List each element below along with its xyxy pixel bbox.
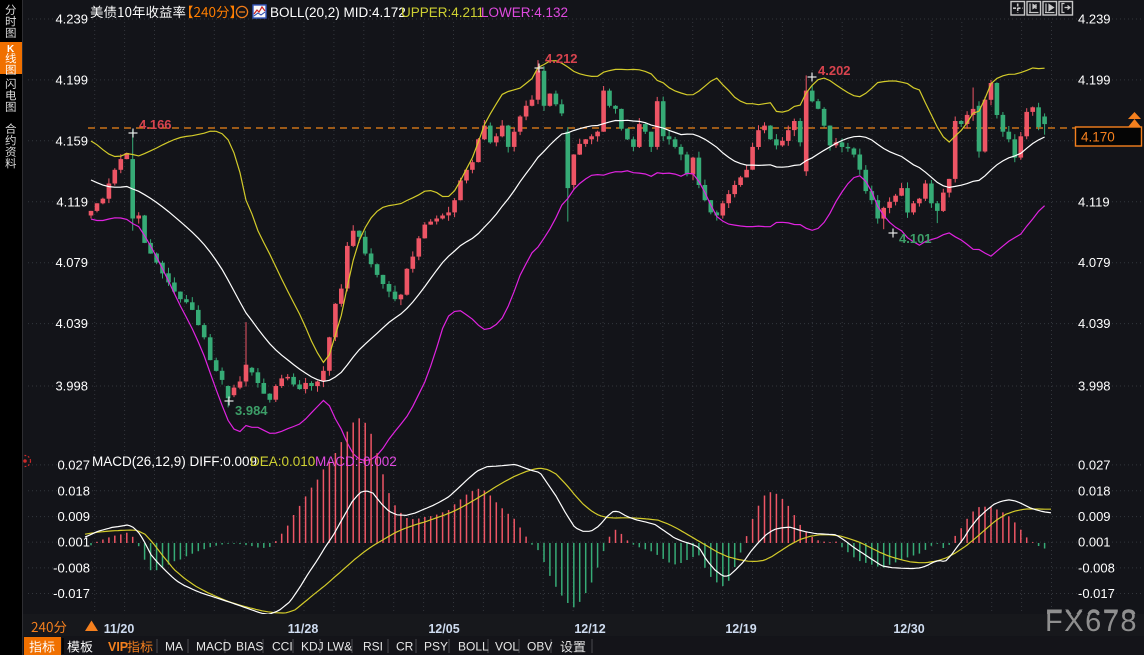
svg-text:0.001: 0.001 bbox=[57, 535, 90, 550]
svg-text:BIAS: BIAS bbox=[236, 640, 263, 654]
svg-text:OBV: OBV bbox=[527, 640, 552, 654]
svg-text:0.009: 0.009 bbox=[1078, 509, 1111, 524]
svg-text:MACD:-0.002: MACD:-0.002 bbox=[315, 454, 397, 469]
svg-text:VOL: VOL bbox=[495, 640, 519, 654]
svg-text:4.166: 4.166 bbox=[139, 117, 172, 132]
svg-text:3.984: 3.984 bbox=[235, 403, 268, 418]
svg-text:UPPER:4.211: UPPER:4.211 bbox=[401, 5, 484, 20]
svg-text:3.998: 3.998 bbox=[1078, 379, 1111, 394]
svg-text:LW&: LW& bbox=[327, 640, 352, 654]
svg-text:4.170: 4.170 bbox=[1081, 130, 1115, 145]
svg-text:4.199: 4.199 bbox=[55, 72, 88, 87]
svg-text:KDJ: KDJ bbox=[301, 640, 324, 654]
svg-text:FX678: FX678 bbox=[1045, 606, 1138, 638]
svg-text:RSI: RSI bbox=[363, 640, 383, 654]
svg-text:4.239: 4.239 bbox=[1078, 12, 1111, 27]
svg-text:4.101: 4.101 bbox=[899, 231, 932, 246]
svg-text:4.039: 4.039 bbox=[1078, 316, 1111, 331]
svg-text:4.039: 4.039 bbox=[55, 316, 88, 331]
svg-text:4.212: 4.212 bbox=[545, 51, 578, 66]
svg-text:BOLL(20,2) MID:4.172: BOLL(20,2) MID:4.172 bbox=[270, 5, 406, 20]
svg-text:VIP: VIP bbox=[108, 640, 128, 654]
svg-text:MACD: MACD bbox=[196, 640, 232, 654]
svg-text:4.239: 4.239 bbox=[55, 12, 88, 27]
svg-text:CR: CR bbox=[396, 640, 414, 654]
svg-text:-0.017: -0.017 bbox=[1078, 586, 1115, 601]
svg-text:4.079: 4.079 bbox=[1078, 255, 1111, 270]
svg-text:3.998: 3.998 bbox=[55, 379, 88, 394]
svg-text:12/30: 12/30 bbox=[893, 622, 924, 636]
svg-text:-0.008: -0.008 bbox=[53, 560, 90, 575]
svg-text:MACD(26,12,9) DIFF:0.009: MACD(26,12,9) DIFF:0.009 bbox=[92, 454, 257, 469]
svg-text:12/12: 12/12 bbox=[574, 622, 605, 636]
svg-text:4.199: 4.199 bbox=[1078, 72, 1111, 87]
svg-text:12/19: 12/19 bbox=[725, 622, 756, 636]
svg-text:4.119: 4.119 bbox=[1078, 194, 1110, 209]
svg-text:BOLL: BOLL bbox=[458, 640, 489, 654]
svg-text:0.009: 0.009 bbox=[57, 509, 90, 524]
svg-text:-0.017: -0.017 bbox=[53, 586, 90, 601]
svg-text:12/05: 12/05 bbox=[428, 622, 459, 636]
svg-text:-0.008: -0.008 bbox=[1078, 560, 1115, 575]
svg-text:4.119: 4.119 bbox=[56, 194, 88, 209]
svg-text:0.001: 0.001 bbox=[1078, 535, 1111, 550]
svg-text:LOWER:4.132: LOWER:4.132 bbox=[481, 5, 568, 20]
svg-text:PSY: PSY bbox=[424, 640, 448, 654]
svg-text:0.027: 0.027 bbox=[1078, 457, 1111, 472]
svg-text:0.018: 0.018 bbox=[1078, 483, 1111, 498]
svg-text:4.202: 4.202 bbox=[818, 63, 851, 78]
svg-text:0.027: 0.027 bbox=[57, 457, 90, 472]
svg-text:DEA:0.010: DEA:0.010 bbox=[250, 454, 315, 469]
svg-text:11/20: 11/20 bbox=[104, 622, 135, 636]
svg-text:4.159: 4.159 bbox=[55, 133, 88, 148]
svg-text:MA: MA bbox=[165, 640, 183, 654]
svg-text:CCI: CCI bbox=[272, 640, 293, 654]
svg-text:0.018: 0.018 bbox=[57, 483, 90, 498]
svg-text:4.079: 4.079 bbox=[55, 255, 88, 270]
svg-text:11/28: 11/28 bbox=[288, 622, 319, 636]
